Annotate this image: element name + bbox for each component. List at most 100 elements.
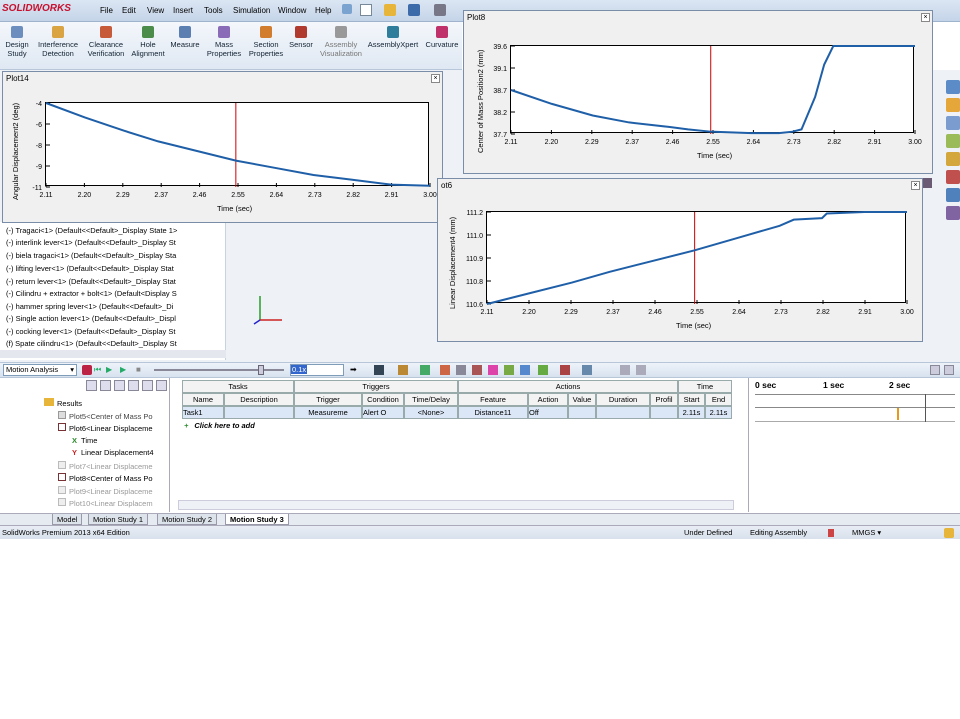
filter-icon[interactable]: [620, 365, 630, 375]
tab-motion-study-2[interactable]: Motion Study 2: [157, 514, 218, 525]
measure-button[interactable]: Measure: [168, 26, 202, 49]
plot-item[interactable]: Plot9<Linear Displaceme: [58, 486, 153, 496]
play-icon[interactable]: ▶: [106, 365, 112, 374]
filter-animated-icon[interactable]: [86, 380, 97, 391]
plot8-window[interactable]: Plot8 × Center of Mass Position2 (mm) 39…: [463, 10, 933, 174]
design-study-button[interactable]: Design Study: [2, 26, 32, 58]
task-trigger-cell[interactable]: Measureme: [294, 406, 362, 419]
study-properties-icon[interactable]: [560, 365, 570, 375]
playback-mode-icon[interactable]: ➡: [350, 365, 357, 374]
design-library-icon[interactable]: [946, 98, 960, 112]
forum-icon[interactable]: [946, 206, 960, 220]
spring-icon[interactable]: [456, 365, 466, 375]
task-start-cell[interactable]: 2.11s: [678, 406, 705, 419]
tab-model[interactable]: Model: [52, 514, 83, 525]
menu-tools[interactable]: Tools: [204, 6, 223, 15]
tree-item[interactable]: (-) interlink lever<1> (Default<<Default…: [6, 238, 176, 247]
plot6-window[interactable]: ot6 × Linear Displacement4 (mm) 111.2 111…: [437, 178, 923, 342]
task-condition-cell[interactable]: Alert O: [362, 406, 404, 419]
task-description-cell[interactable]: [224, 406, 294, 419]
playback-slider[interactable]: [154, 369, 284, 371]
minimize-icon[interactable]: [930, 365, 940, 375]
tab-motion-study-3[interactable]: Motion Study 3: [225, 514, 289, 525]
force-icon[interactable]: [488, 365, 498, 375]
calculate-icon[interactable]: [82, 365, 92, 375]
x-result-item[interactable]: X Time: [72, 436, 97, 445]
filter-icon[interactable]: [156, 380, 167, 391]
filter-icon[interactable]: [636, 365, 646, 375]
plot14-window[interactable]: Plot14 × Angular Displacement2 (deg) -4-…: [2, 71, 443, 223]
help-icon[interactable]: [944, 528, 954, 538]
collapse-panel-icon[interactable]: [944, 365, 954, 375]
menu-window[interactable]: Window: [278, 6, 306, 15]
contact-icon[interactable]: [504, 365, 514, 375]
play-icon[interactable]: ▶: [120, 365, 126, 374]
appearances-icon[interactable]: [946, 170, 960, 184]
tree-item[interactable]: (-) hammer spring lever<1> (Default<<Def…: [6, 302, 173, 311]
units-select[interactable]: MMGS ▾: [852, 528, 881, 537]
collapse-icon[interactable]: [582, 365, 592, 375]
damper-icon[interactable]: [472, 365, 482, 375]
assembly-visualization-button[interactable]: Assembly Visualization: [318, 26, 364, 58]
assemblyxpert-button[interactable]: AssemblyXpert: [366, 26, 420, 49]
save-icon[interactable]: [408, 4, 420, 16]
pin-icon[interactable]: [342, 4, 352, 14]
play-from-start-icon[interactable]: ⏮: [94, 365, 101, 375]
tree-scrollbar[interactable]: [0, 350, 226, 358]
motor-icon[interactable]: [440, 365, 450, 375]
tab-motion-study-1[interactable]: Motion Study 1: [88, 514, 149, 525]
results-folder[interactable]: Results: [44, 398, 82, 408]
task-name-cell[interactable]: Task1: [182, 406, 224, 419]
tree-item[interactable]: (-) Tragaci<1> (Default<<Default>_Displa…: [6, 226, 177, 235]
file-explorer-icon[interactable]: [946, 116, 960, 130]
sensor-button[interactable]: Sensor: [286, 26, 316, 49]
rebuild-icon[interactable]: [828, 529, 834, 537]
close-icon[interactable]: ×: [431, 74, 440, 83]
task-time-delay-cell[interactable]: <None>: [404, 406, 458, 419]
tree-item[interactable]: (-) return lever<1> (Default<<Default>_D…: [6, 277, 176, 286]
menu-help[interactable]: Help: [315, 6, 331, 15]
timebar[interactable]: [925, 394, 926, 422]
print-icon[interactable]: [434, 4, 446, 16]
open-folder-icon[interactable]: [384, 4, 396, 16]
menu-insert[interactable]: Insert: [173, 6, 193, 15]
menu-file[interactable]: File: [100, 6, 113, 15]
menu-edit[interactable]: Edit: [122, 6, 136, 15]
add-task-row[interactable]: + Click here to add: [184, 421, 255, 430]
filter-icon[interactable]: [142, 380, 153, 391]
animation-wizard-icon[interactable]: [398, 365, 408, 375]
slider-thumb[interactable]: [258, 365, 264, 375]
menu-simulation[interactable]: Simulation: [233, 6, 270, 15]
tree-item[interactable]: (-) Cilindru + extractor + bolt<1> (Defa…: [6, 289, 177, 298]
new-document-icon[interactable]: [360, 4, 372, 16]
y-result-item[interactable]: Y Linear Displacement4: [72, 448, 154, 457]
close-icon[interactable]: ×: [921, 13, 930, 22]
section-properties-button[interactable]: Section Properties: [246, 26, 286, 58]
results-icon[interactable]: [538, 365, 548, 375]
save-animation-icon[interactable]: [374, 365, 384, 375]
plot-item[interactable]: Plot6<Linear Displaceme: [58, 423, 153, 433]
mass-properties-button[interactable]: Mass Properties: [204, 26, 244, 58]
grid-scrollbar[interactable]: [178, 500, 734, 510]
study-type-select[interactable]: Motion Analysis ▾: [3, 364, 77, 376]
task-feature-cell[interactable]: Distance11: [458, 406, 528, 419]
custom-properties-icon[interactable]: [946, 188, 960, 202]
speed-select[interactable]: 0.1x: [290, 364, 344, 376]
filter-results-icon[interactable]: [128, 380, 139, 391]
filter-selected-icon[interactable]: [114, 380, 125, 391]
task-duration-cell[interactable]: [596, 406, 650, 419]
autokey-icon[interactable]: [420, 365, 430, 375]
stop-icon[interactable]: ■: [136, 365, 141, 374]
gravity-icon[interactable]: [520, 365, 530, 375]
tree-item[interactable]: (-) cocking lever<1> (Default<<Default>_…: [6, 327, 175, 336]
task-action-cell[interactable]: Off: [528, 406, 568, 419]
plot-item[interactable]: Plot5<Center of Mass Po: [58, 411, 153, 421]
menu-view[interactable]: View: [147, 6, 164, 15]
tree-item[interactable]: (-) biela tragaci<1> (Default<<Default>_…: [6, 251, 176, 260]
curvature-button[interactable]: Curvature: [422, 26, 462, 49]
tree-item[interactable]: (f) Spate cilindru<1> (Default<<Default>…: [6, 339, 177, 348]
resources-icon[interactable]: [946, 80, 960, 94]
plot-item[interactable]: Plot8<Center of Mass Po: [58, 473, 153, 483]
folder-icon[interactable]: [946, 152, 960, 166]
clearance-verification-button[interactable]: Clearance Verification: [84, 26, 128, 58]
